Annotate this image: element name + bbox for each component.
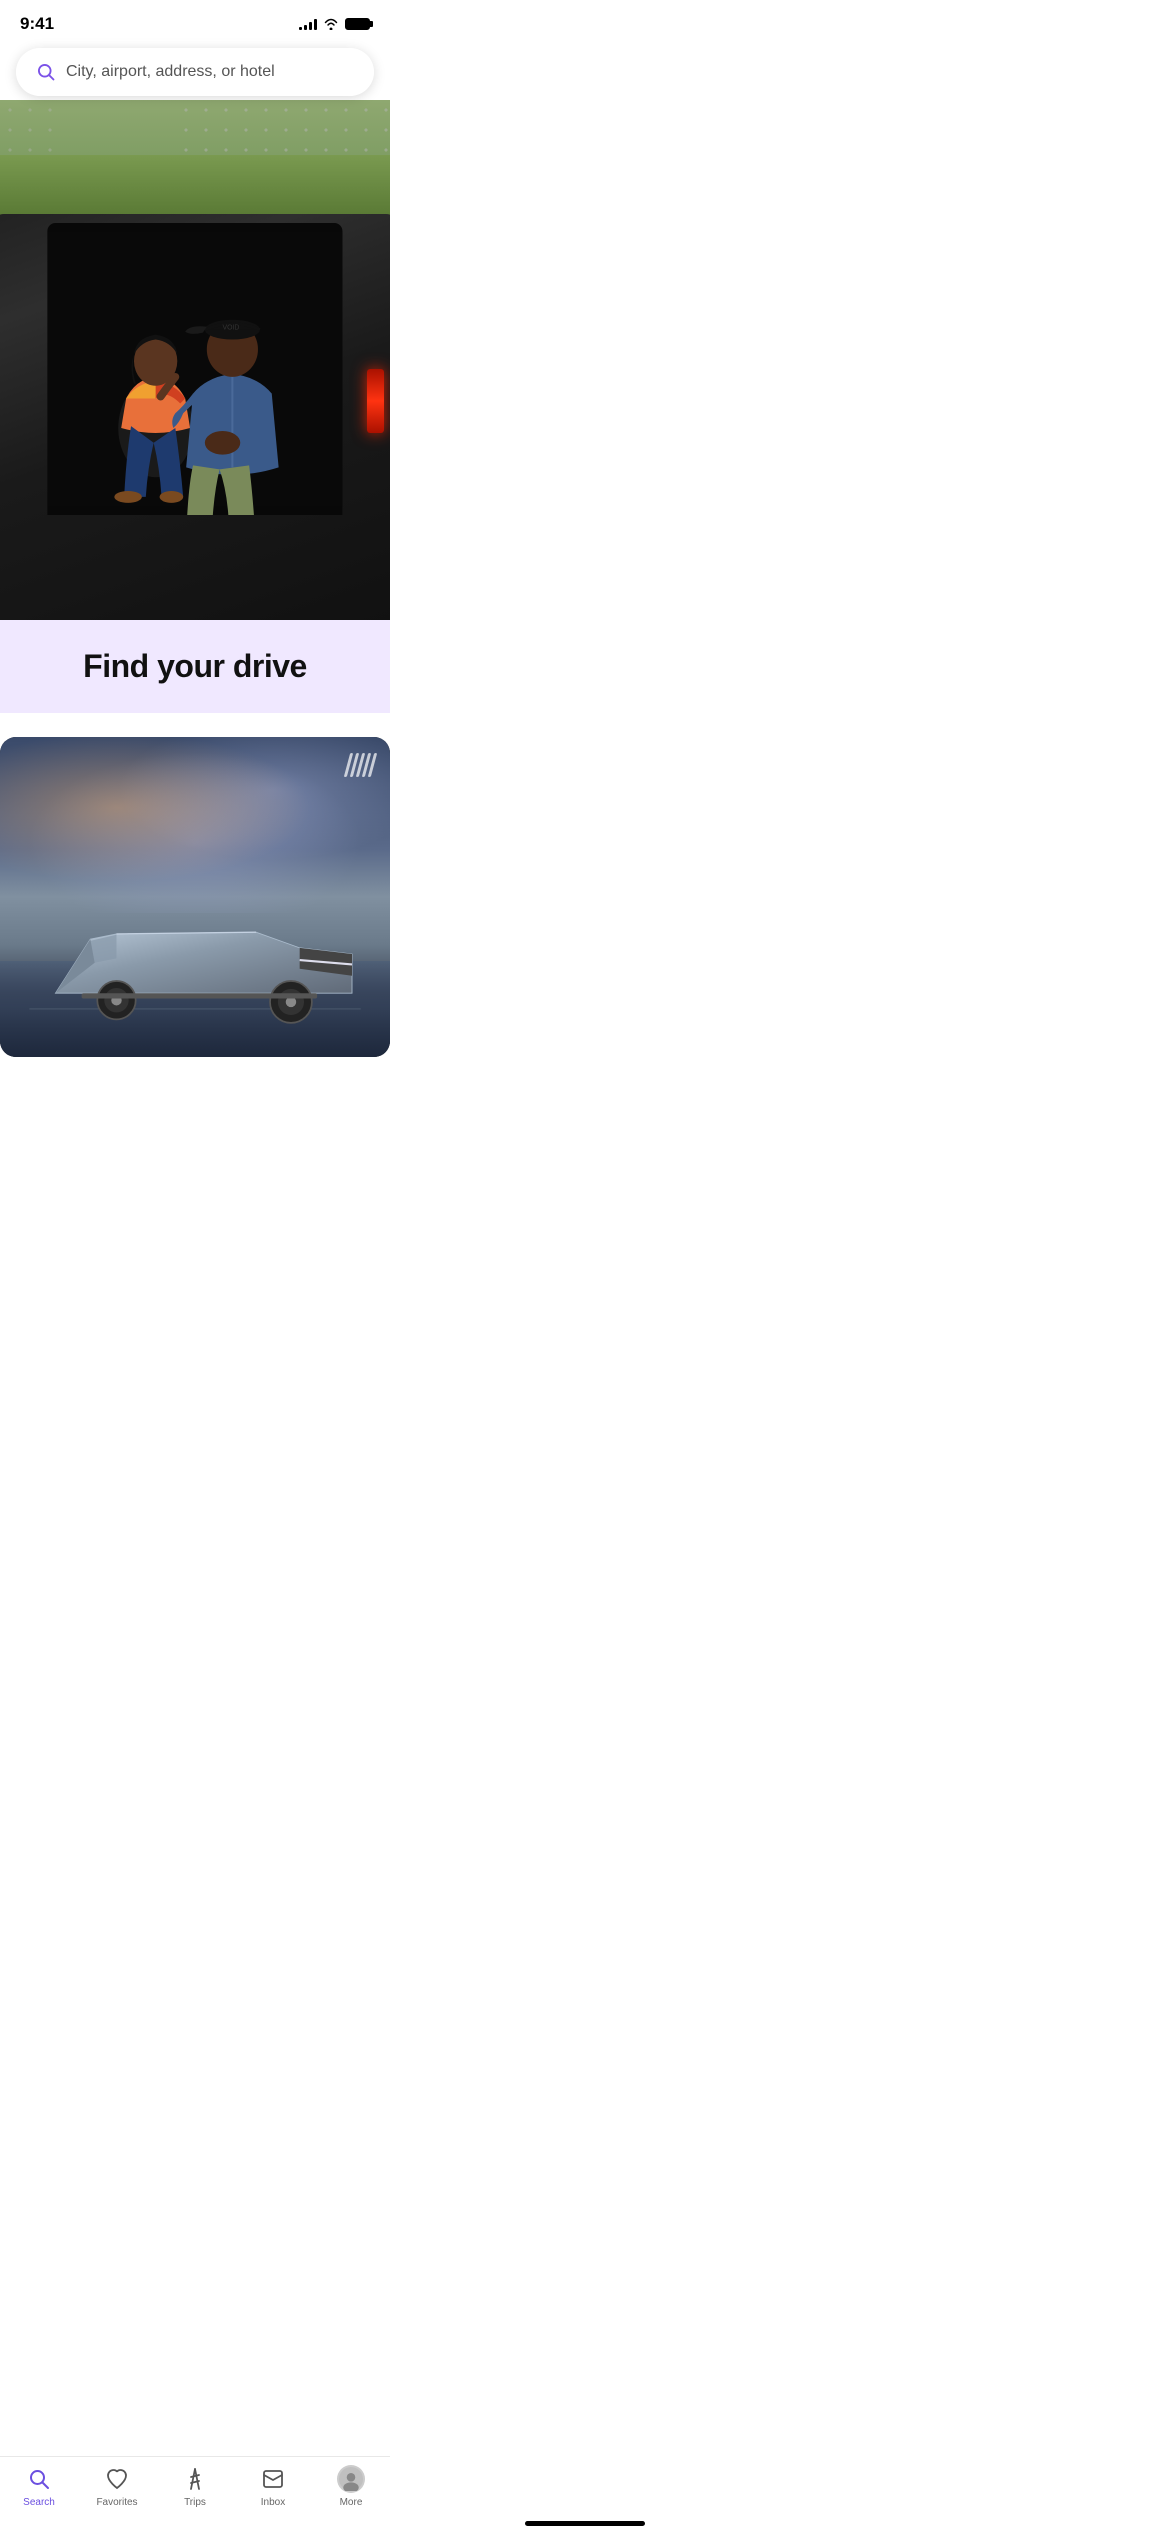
- nav-item-search[interactable]: Search: [0, 2465, 78, 2508]
- nav-item-favorites[interactable]: Favorites: [78, 2465, 156, 2508]
- couple-silhouette: VOID: [47, 223, 342, 515]
- inbox-nav-icon: [259, 2465, 287, 2493]
- search-icon: [36, 62, 56, 82]
- battery-icon: [345, 18, 370, 30]
- trips-nav-icon: [181, 2465, 209, 2493]
- home-indicator: [525, 2521, 645, 2526]
- nav-item-trips[interactable]: Trips: [156, 2465, 234, 2508]
- featured-card[interactable]: [0, 737, 390, 1057]
- search-placeholder: City, airport, address, or hotel: [66, 63, 275, 81]
- status-icons: [299, 18, 370, 30]
- hero-image: VOID: [0, 100, 390, 620]
- search-bar[interactable]: City, airport, address, or hotel: [16, 48, 374, 96]
- cybertruck-scene: [0, 737, 390, 1057]
- cloud-effect: [0, 737, 390, 913]
- search-nav-label: Search: [23, 2497, 55, 2508]
- more-nav-icon: [337, 2465, 365, 2493]
- right-taillight: [367, 369, 383, 434]
- section-gap: [0, 713, 390, 737]
- status-time: 9:41: [20, 14, 54, 34]
- trunk-interior: VOID: [47, 223, 342, 515]
- search-nav-icon: [25, 2465, 53, 2493]
- main-content: VOID Find your drive: [0, 0, 390, 1147]
- trips-nav-label: Trips: [184, 2497, 206, 2508]
- cybertruck-vehicle: [29, 906, 361, 1037]
- wifi-icon: [323, 18, 339, 30]
- status-bar: 9:41: [0, 0, 390, 40]
- inbox-nav-label: Inbox: [261, 2497, 285, 2508]
- find-drive-heading: Find your drive: [20, 648, 370, 685]
- favorites-nav-label: Favorites: [96, 2497, 137, 2508]
- signal-icon: [299, 18, 317, 30]
- nav-item-inbox[interactable]: Inbox: [234, 2465, 312, 2508]
- more-avatar: [337, 2465, 365, 2493]
- svg-text:VOID: VOID: [223, 324, 240, 331]
- car-exterior: VOID: [0, 214, 390, 620]
- bottom-navigation: Search Favorites Trips: [0, 2456, 390, 2532]
- favorites-nav-icon: [103, 2465, 131, 2493]
- find-drive-banner: Find your drive: [0, 620, 390, 713]
- nav-item-more[interactable]: More: [312, 2465, 390, 2508]
- search-bar-container[interactable]: City, airport, address, or hotel: [16, 48, 374, 96]
- more-nav-label: More: [340, 2497, 363, 2508]
